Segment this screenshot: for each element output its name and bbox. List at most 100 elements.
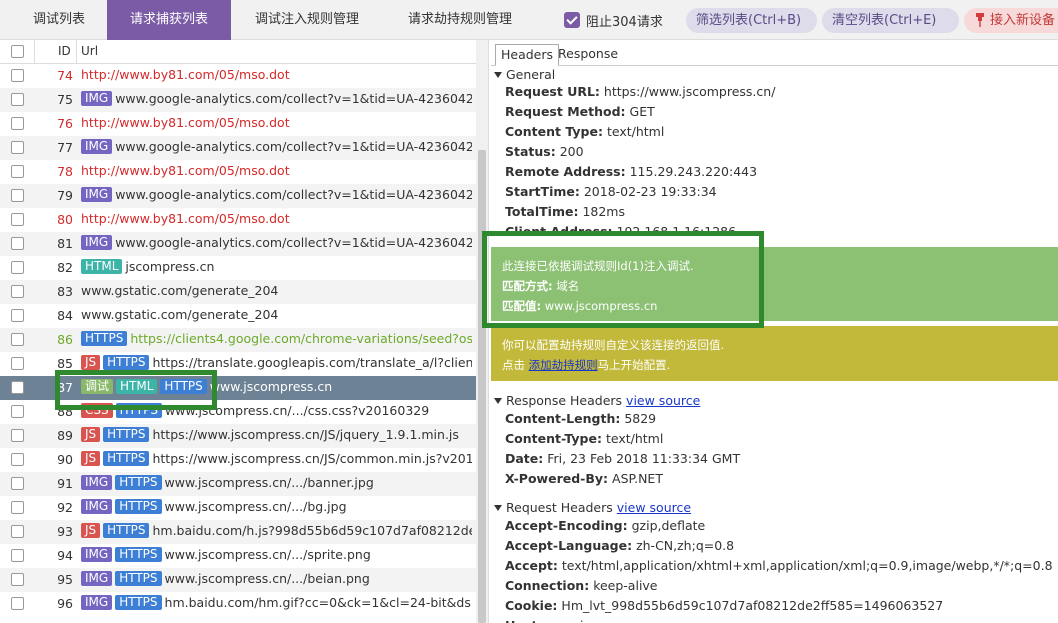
row-id: 75 — [57, 92, 73, 107]
response-view-source-link[interactable]: view source — [626, 393, 700, 408]
select-all-checkbox[interactable] — [11, 45, 24, 58]
tab-hijack-rules[interactable]: 请求劫持规则管理 — [389, 0, 531, 40]
table-row[interactable]: 82 HTML jscompress.cn — [0, 256, 476, 280]
type-badge: HTTPS — [115, 475, 162, 490]
header-key: Accept: — [505, 558, 558, 573]
header-entry: Status: 200 — [505, 144, 584, 159]
tab-request-capture-list[interactable]: 请求捕获列表 — [107, 0, 231, 40]
row-url: hm.baidu.com/h.js?998d55b6d59c107d7af082… — [152, 523, 472, 538]
row-checkbox[interactable] — [11, 357, 24, 370]
table-row[interactable]: 80 http://www.by81.com/05/mso.dot — [0, 208, 476, 232]
row-url: www.gstatic.com/generate_204 — [81, 283, 279, 298]
row-checkbox[interactable] — [11, 141, 24, 154]
column-header-url[interactable]: Url — [81, 44, 98, 58]
table-row[interactable]: 90 JS HTTPS https://www.jscompress.cn/JS/co… — [0, 448, 476, 472]
row-checkbox[interactable] — [11, 501, 24, 514]
table-row[interactable]: 84 www.gstatic.com/generate_204 — [0, 304, 476, 328]
type-badge: HTTPS — [115, 595, 162, 610]
row-checkbox[interactable] — [11, 525, 24, 538]
table-row[interactable]: 83 www.gstatic.com/generate_204 — [0, 280, 476, 304]
expand-triangle-icon — [494, 72, 502, 78]
header-key: Date: — [505, 451, 544, 466]
row-checkbox[interactable] — [11, 189, 24, 202]
table-row[interactable]: 74 http://www.by81.com/05/mso.dot — [0, 64, 476, 88]
type-badge: HTTPS — [115, 499, 162, 514]
row-id: 96 — [57, 596, 73, 611]
table-row[interactable]: 86 HTTPS https://clients4.google.com/chrom… — [0, 328, 476, 352]
type-badge: HTTPS — [103, 355, 150, 370]
row-checkbox[interactable] — [11, 285, 24, 298]
table-row[interactable]: 78 http://www.by81.com/05/mso.dot — [0, 160, 476, 184]
table-row[interactable]: 75 IMG www.google-analytics.com/collect?v=… — [0, 88, 476, 112]
row-checkbox[interactable] — [11, 453, 24, 466]
tab-response[interactable]: Response — [553, 44, 623, 66]
table-row[interactable]: 91 IMG HTTPS www.jscompress.cn/.../banner.j… — [0, 472, 476, 496]
row-checkbox[interactable] — [11, 117, 24, 130]
table-row[interactable]: 95 IMG HTTPS www.jscompress.cn/.../beian.pn… — [0, 568, 476, 592]
header-value: https://www.jscompress.cn/ — [603, 84, 776, 99]
header-value: 115.29.243.220:443 — [629, 164, 758, 179]
request-view-source-link[interactable]: view source — [617, 500, 691, 515]
table-row[interactable]: 94 IMG HTTPS www.jscompress.cn/.../sprite.p… — [0, 544, 476, 568]
row-id: 79 — [57, 188, 73, 203]
header-entry: Remote Address: 115.29.243.220:443 — [505, 164, 757, 179]
row-url-cell: IMG HTTPS www.jscompress.cn/.../sprite.png — [81, 547, 472, 562]
row-checkbox[interactable] — [11, 93, 24, 106]
panel-divider[interactable] — [488, 40, 489, 623]
table-row[interactable]: 81 IMG www.google-analytics.com/collect?v=… — [0, 232, 476, 256]
row-url: www.jscompress.cn — [209, 379, 333, 394]
table-row[interactable]: 77 IMG www.google-analytics.com/collect?v=… — [0, 136, 476, 160]
row-url: www.google-analytics.com/collect?v=1&tid… — [115, 235, 472, 250]
tab-headers[interactable]: Headers — [495, 44, 560, 66]
tab-debug-list[interactable]: 调试列表 — [12, 0, 106, 40]
header-value: Fri, 23 Feb 2018 11:33:34 GMT — [547, 451, 741, 466]
row-checkbox[interactable] — [11, 405, 24, 418]
row-checkbox[interactable] — [11, 237, 24, 250]
response-headers-toggle[interactable]: Response Headers view source — [494, 393, 700, 408]
row-checkbox[interactable] — [11, 309, 24, 322]
row-checkbox[interactable] — [11, 165, 24, 178]
row-checkbox[interactable] — [11, 477, 24, 490]
row-id: 92 — [57, 500, 73, 515]
row-checkbox[interactable] — [11, 573, 24, 586]
header-key: Host: — [505, 618, 542, 623]
row-checkbox[interactable] — [11, 549, 24, 562]
clear-list-button[interactable]: 清空列表(Ctrl+E) — [822, 8, 959, 33]
table-row[interactable]: 89 JS HTTPS https://www.jscompress.cn/JS/jq… — [0, 424, 476, 448]
row-url: www.jscompress.cn/.../bg.jpg — [164, 499, 347, 514]
row-url-cell: http://www.by81.com/05/mso.dot — [81, 211, 472, 226]
detail-tabs: Headers Response — [491, 40, 1058, 66]
row-id: 95 — [57, 572, 73, 587]
table-row[interactable]: 92 IMG HTTPS www.jscompress.cn/.../bg.jpg — [0, 496, 476, 520]
list-scrollbar-thumb[interactable] — [478, 150, 486, 623]
row-url-cell: IMG HTTPS www.jscompress.cn/.../banner.jpg — [81, 475, 472, 490]
row-url-cell: http://www.by81.com/05/mso.dot — [81, 163, 472, 178]
table-row[interactable]: 96 IMG HTTPS hm.baidu.com/hm.gif?cc=0&ck=1&… — [0, 592, 476, 616]
add-hijack-rule-link[interactable]: 添加劫持规则 — [529, 358, 598, 372]
row-url-cell: IMG HTTPS www.jscompress.cn/.../bg.jpg — [81, 499, 472, 514]
block-304-checkbox[interactable] — [564, 12, 580, 28]
row-checkbox[interactable] — [11, 429, 24, 442]
row-checkbox[interactable] — [11, 261, 24, 274]
table-row[interactable]: 79 IMG www.google-analytics.com/collect?v=… — [0, 184, 476, 208]
row-checkbox[interactable] — [11, 597, 24, 610]
request-headers-toggle[interactable]: Request Headers view source — [494, 500, 691, 515]
row-checkbox[interactable] — [11, 381, 24, 394]
row-checkbox[interactable] — [11, 213, 24, 226]
row-id: 80 — [57, 212, 73, 227]
row-checkbox[interactable] — [11, 69, 24, 82]
table-row[interactable]: 93 JS HTTPS hm.baidu.com/h.js?998d55b6d59c1… — [0, 520, 476, 544]
row-id: 76 — [57, 116, 73, 131]
header-value: 2018-02-23 19:33:34 — [583, 184, 717, 199]
block-304-label[interactable]: 阻止304请求 — [586, 11, 663, 30]
request-list: ID Url 74 http://www.by81.com/05/mso.dot 7… — [0, 40, 476, 623]
header-key: Content-Length: — [505, 411, 621, 426]
filter-list-button[interactable]: 筛选列表(Ctrl+B) — [686, 8, 817, 33]
header-value: keep-alive — [593, 578, 658, 593]
row-checkbox[interactable] — [11, 333, 24, 346]
table-row[interactable]: 76 http://www.by81.com/05/mso.dot — [0, 112, 476, 136]
general-section-toggle[interactable]: General — [494, 67, 555, 82]
tab-debug-inject-rules[interactable]: 调试注入规则管理 — [236, 0, 378, 40]
row-id: 93 — [57, 524, 73, 539]
column-header-id[interactable]: ID — [58, 44, 71, 58]
